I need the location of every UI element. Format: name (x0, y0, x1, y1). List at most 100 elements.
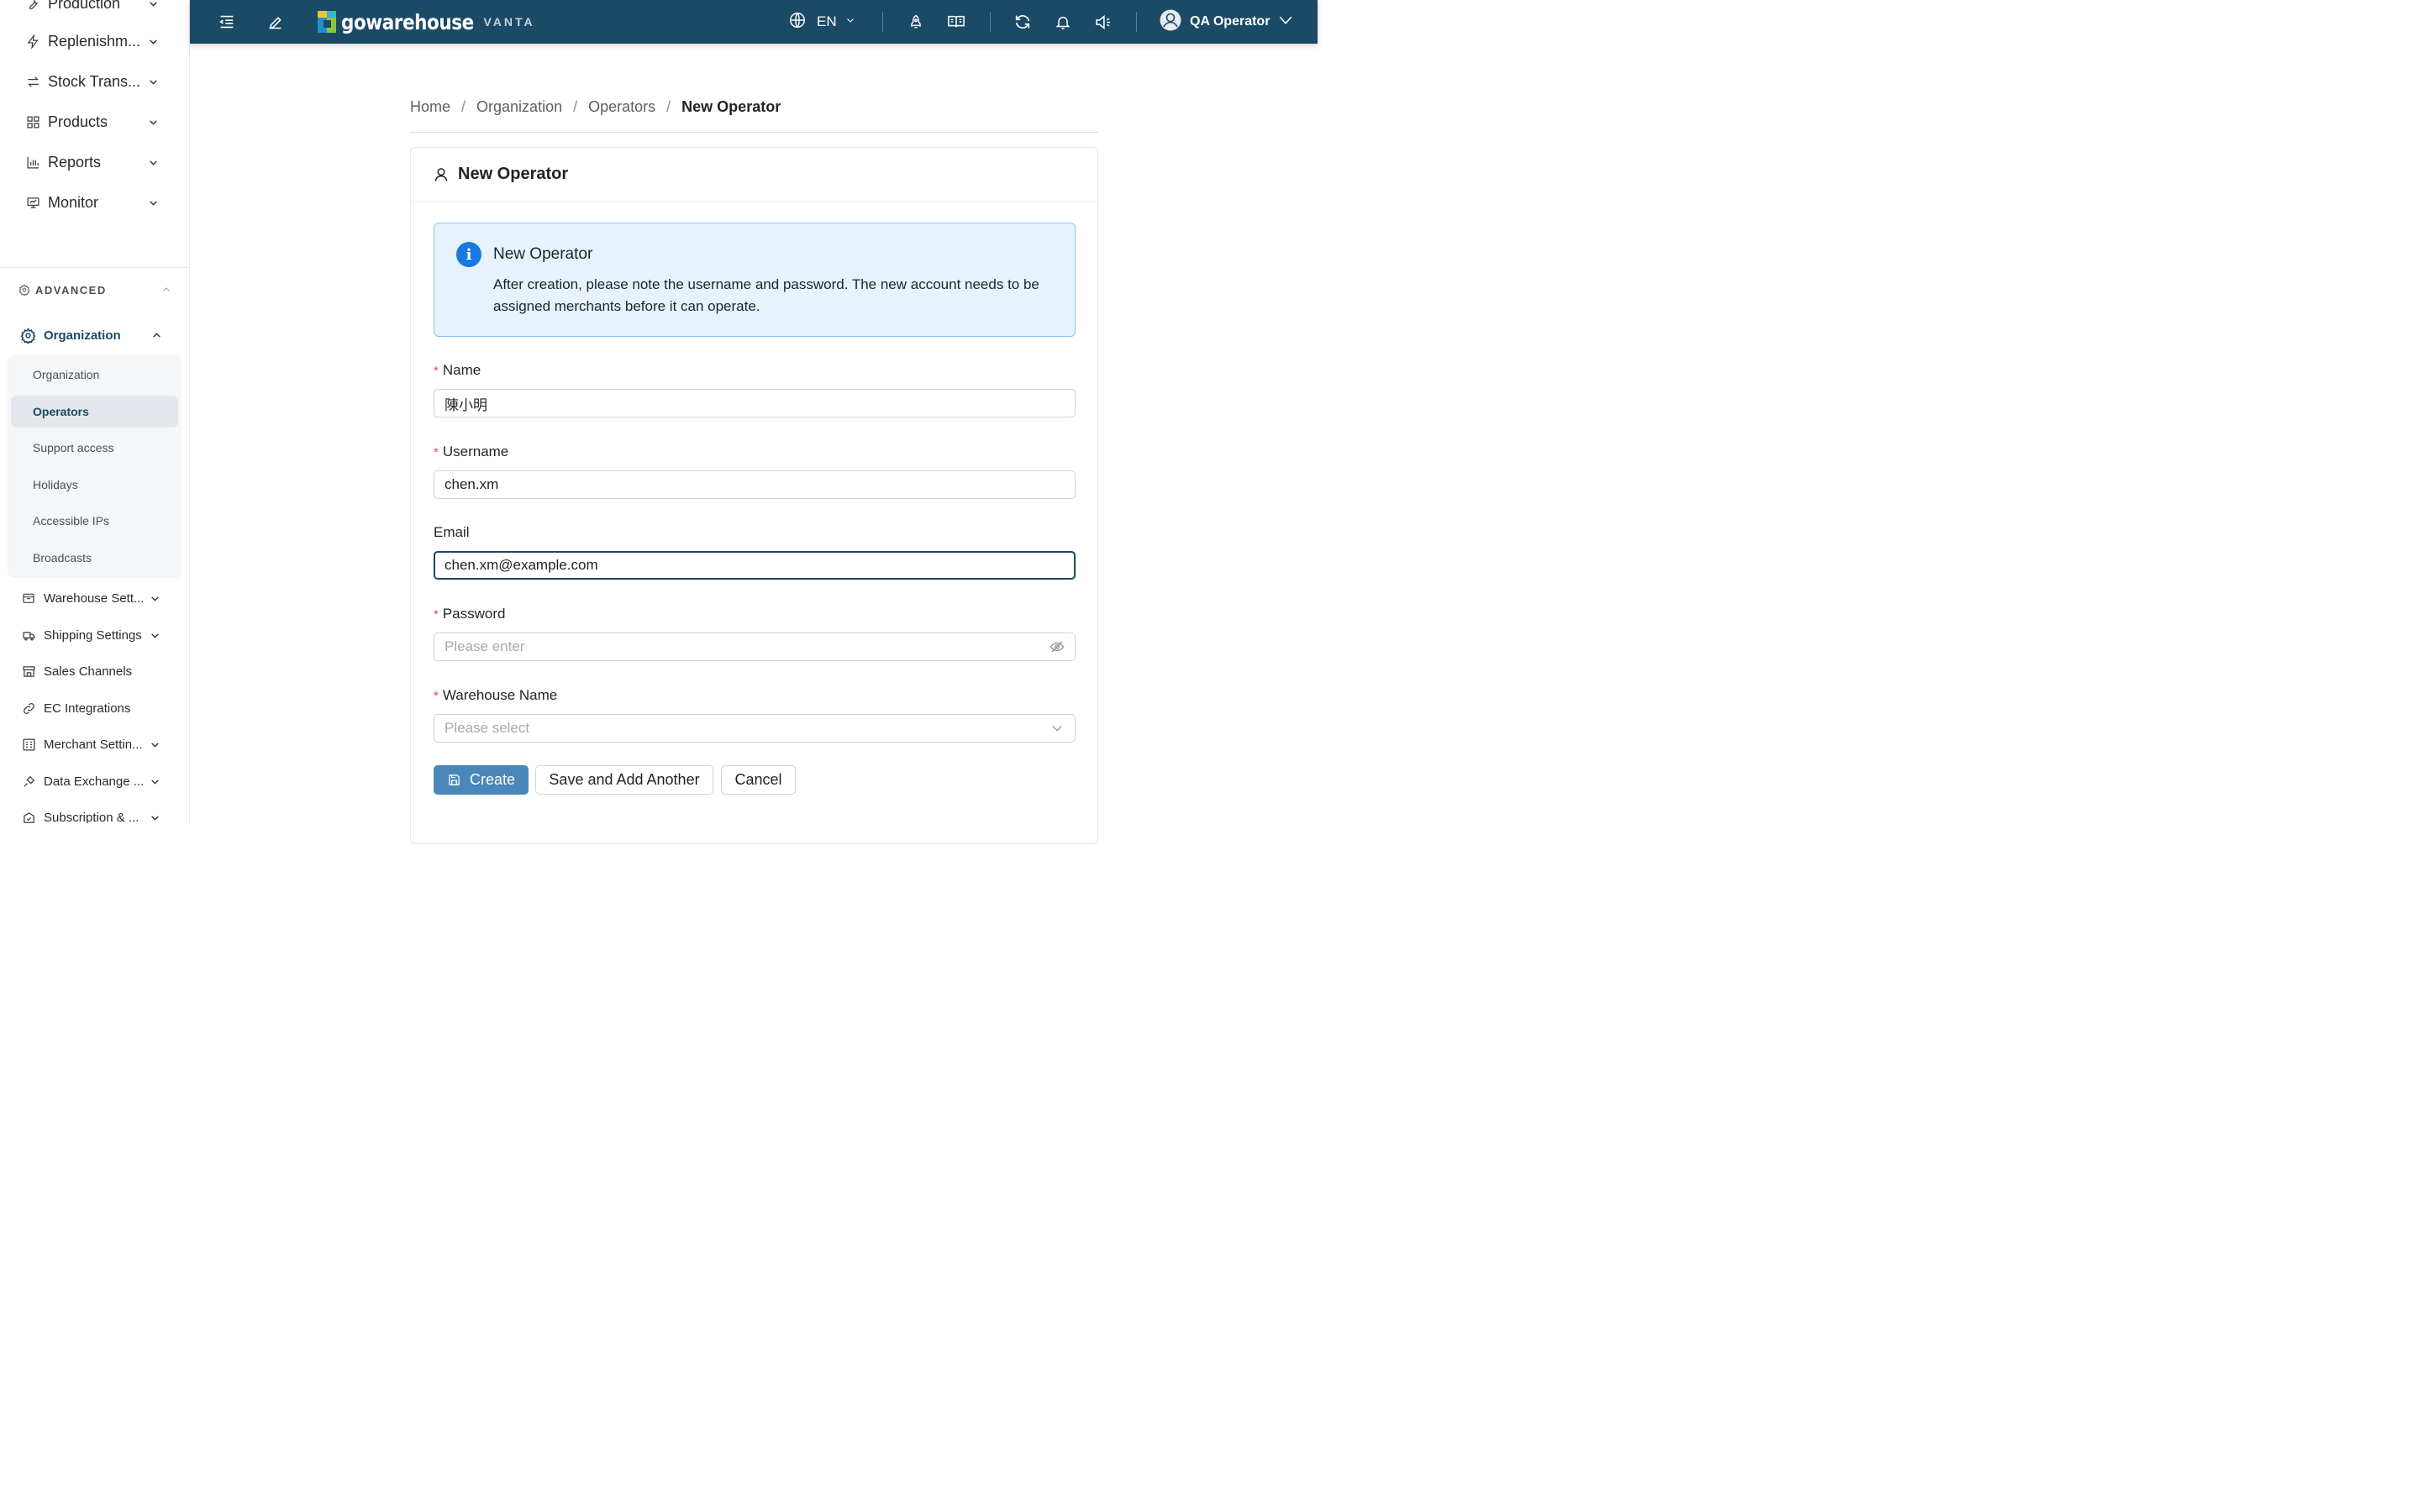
name-value: 陳小明 (445, 396, 487, 413)
sidebar-item-production[interactable]: Production (0, 0, 189, 20)
megaphone-icon[interactable] (1092, 11, 1114, 33)
new-operator-card: New Operator i New Operator After creati… (410, 147, 1098, 844)
sidebar-item-warehouse-settings[interactable]: Warehouse Sett... (0, 585, 189, 611)
name-field[interactable]: 陳小明 (434, 389, 1076, 417)
sidebar-item-monitor[interactable]: Monitor (0, 186, 189, 219)
cancel-button[interactable]: Cancel (721, 765, 796, 795)
monitor-icon (25, 195, 40, 210)
chevron-down-icon (845, 14, 855, 29)
sidebar-item-label: Stock Trans... (48, 72, 141, 90)
warehouse-label: * Warehouse Name (434, 687, 557, 704)
avatar (1160, 9, 1181, 35)
edit-pencil-icon[interactable] (264, 11, 286, 33)
info-alert: i New Operator After creation, please no… (434, 223, 1076, 337)
sidebar-item-reports[interactable]: Reports (0, 145, 189, 179)
chevron-down-icon (146, 196, 160, 209)
password-field[interactable]: Please enter (434, 633, 1076, 661)
transfer-arrows-icon (25, 74, 40, 89)
sidebar-item-subscription[interactable]: Subscription & ... (0, 805, 189, 823)
book-icon[interactable] (945, 11, 967, 33)
sidebar-item-products[interactable]: Products (0, 105, 189, 139)
breadcrumb-home[interactable]: Home (410, 98, 450, 116)
subscription-icon (22, 811, 36, 824)
sidebar-subitem-organization[interactable]: Organization (11, 359, 178, 391)
breadcrumb-current: New Operator (681, 97, 781, 115)
language-selector[interactable]: EN (788, 11, 855, 33)
chevron-down-icon (146, 155, 160, 169)
menu-toggle-icon[interactable] (216, 11, 238, 33)
settings-gear-icon (20, 327, 37, 344)
sidebar: Production Replenishm... Stock Trans... … (0, 0, 190, 823)
sidebar-subitem-accessible-ips[interactable]: Accessible IPs (11, 505, 178, 537)
breadcrumb-organization[interactable]: Organization (476, 98, 562, 116)
rocket-icon[interactable] (905, 11, 927, 33)
breadcrumb-separator: / (573, 97, 578, 115)
save-and-add-another-button[interactable]: Save and Add Another (535, 765, 713, 795)
save-icon (447, 773, 462, 788)
sidebar-item-label: Shipping Settings (44, 627, 142, 643)
topbar-divider (882, 12, 883, 32)
required-marker: * (434, 445, 439, 459)
chevron-down-icon (1278, 13, 1293, 31)
breadcrumb-operators[interactable]: Operators (588, 98, 655, 116)
sidebar-item-shipping-settings[interactable]: Shipping Settings (0, 622, 189, 648)
warehouse-select[interactable]: Please select (434, 714, 1076, 743)
refresh-icon[interactable] (1012, 11, 1034, 33)
link-icon (22, 701, 36, 716)
sidebar-item-merchant-settings[interactable]: Merchant Settin... (0, 732, 189, 757)
sidebar-item-label: Sales Channels (44, 664, 133, 679)
alert-title: New Operator (493, 245, 593, 263)
required-marker: * (434, 607, 439, 622)
sidebar-item-replenishment[interactable]: Replenishm... (0, 24, 189, 58)
breadcrumb-separator: / (666, 97, 671, 115)
sidebar-item-sales-channels[interactable]: Sales Channels (0, 659, 189, 684)
create-button[interactable]: Create (434, 765, 529, 795)
warehouse-icon (22, 591, 36, 606)
sidebar-item-stock-transfer[interactable]: Stock Trans... (0, 65, 189, 98)
sidebar-item-label: Products (48, 113, 108, 130)
required-marker: * (434, 364, 439, 378)
chevron-down-icon (150, 811, 161, 823)
chevron-down-icon (1050, 721, 1065, 736)
wrench-icon (25, 0, 40, 11)
sidebar-subitem-operators[interactable]: Operators (11, 396, 178, 428)
chevron-up-icon (161, 285, 171, 295)
eye-off-icon[interactable] (1050, 639, 1065, 654)
sidebar-item-label: EC Integrations (44, 701, 131, 716)
username-value: chen.xm (445, 476, 499, 492)
username-label: * Username (434, 444, 508, 460)
breadcrumb: Home / Organization / Operators / New Op… (410, 97, 781, 117)
plug-icon (22, 774, 36, 789)
chevron-up-icon (151, 329, 163, 341)
chevron-down-icon (146, 115, 160, 129)
topbar-divider (990, 12, 991, 32)
brand-logo[interactable]: gowarehouse VANTA (318, 9, 535, 34)
sidebar-item-ec-integrations[interactable]: EC Integrations (0, 696, 189, 721)
user-name: QA Operator (1190, 14, 1270, 29)
store-icon (22, 664, 36, 679)
top-bar: gowarehouse VANTA EN QA Operator (190, 0, 1318, 44)
truck-icon (22, 628, 36, 643)
bar-chart-icon (25, 155, 40, 170)
username-field[interactable]: chen.xm (434, 470, 1076, 499)
advanced-label: ADVANCED (35, 283, 107, 297)
gear-icon (18, 284, 30, 296)
sidebar-item-label: Monitor (48, 193, 99, 211)
sidebar-subitem-support-access[interactable]: Support access (11, 432, 178, 464)
sidebar-item-data-exchange[interactable]: Data Exchange ... (0, 769, 189, 794)
logo-subtitle: VANTA (483, 15, 535, 29)
globe-icon (788, 11, 807, 34)
sidebar-subitem-broadcasts[interactable]: Broadcasts (11, 542, 178, 574)
logo-mark-icon (318, 11, 336, 33)
advanced-section-header[interactable]: ADVANCED (18, 282, 178, 297)
grid-icon (25, 114, 40, 129)
sidebar-item-organization-group[interactable]: Organization (20, 324, 180, 346)
chevron-down-icon (146, 34, 160, 48)
user-menu[interactable]: QA Operator (1160, 9, 1293, 35)
bell-icon[interactable] (1052, 11, 1074, 33)
card-title: New Operator (458, 165, 569, 183)
email-label: Email (434, 524, 470, 541)
password-label: * Password (434, 606, 505, 622)
email-field[interactable]: chen.xm@example.com (434, 551, 1076, 580)
sidebar-subitem-holidays[interactable]: Holidays (11, 469, 178, 501)
